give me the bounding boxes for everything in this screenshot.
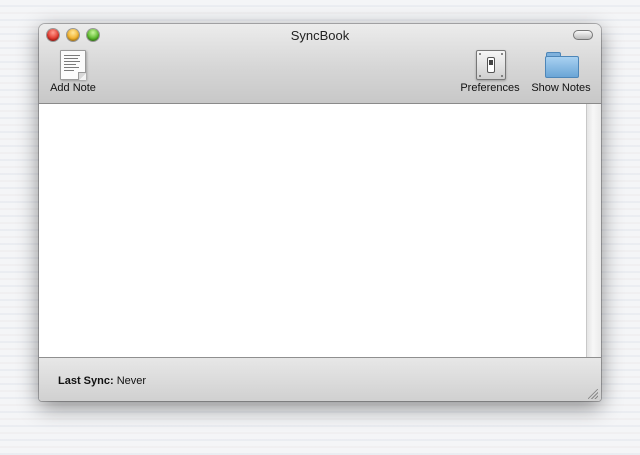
- syncbook-window: SyncBook Add Note Preferences Show Notes…: [39, 24, 601, 401]
- resize-grip[interactable]: [588, 389, 598, 399]
- preferences-button[interactable]: Preferences: [458, 50, 522, 94]
- toggle-switch-icon: [476, 50, 506, 80]
- vertical-scrollbar[interactable]: [586, 104, 601, 357]
- folder-icon: [545, 52, 579, 78]
- title-toolbar: SyncBook Add Note Preferences Show Notes: [39, 24, 601, 104]
- add-note-button[interactable]: Add Note: [47, 50, 99, 94]
- add-note-label: Add Note: [50, 82, 96, 94]
- preferences-label: Preferences: [460, 82, 520, 94]
- last-sync-status: Last Sync: Never: [58, 375, 146, 387]
- show-notes-button[interactable]: Show Notes: [529, 50, 593, 94]
- note-icon: [60, 50, 86, 80]
- notes-content-area[interactable]: [39, 104, 586, 357]
- show-notes-label: Show Notes: [531, 82, 591, 94]
- toolbar-toggle-button[interactable]: [573, 30, 593, 40]
- status-bar: Last Sync: Never: [39, 357, 601, 401]
- window-title: SyncBook: [290, 28, 350, 43]
- last-sync-value: Never: [116, 375, 147, 387]
- last-sync-label: Last Sync:: [58, 375, 114, 387]
